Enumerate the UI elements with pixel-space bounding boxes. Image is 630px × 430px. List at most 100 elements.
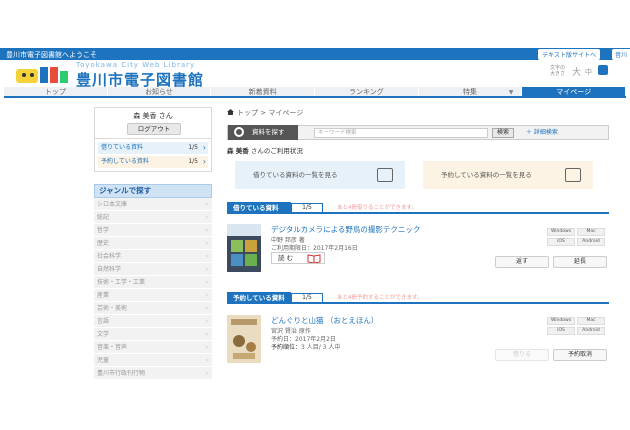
nav-ranking[interactable]: ランキング — [315, 87, 419, 96]
chevron-right-icon: › — [205, 266, 208, 273]
book-cover-image[interactable] — [227, 315, 261, 363]
lending-count-value: 1/5 — [188, 144, 198, 151]
reserve-list-label: 予約している資料の一覧を見る — [441, 171, 532, 179]
nav-label: マイページ — [556, 88, 592, 96]
lending-note: あと4冊借りることができます。 — [337, 205, 417, 211]
genre-item[interactable]: シロ本文庫 › — [94, 198, 212, 211]
lending-heading: 借りている資料 — [227, 202, 291, 214]
book-cover-image[interactable] — [227, 224, 261, 272]
usage-status: 森 美香 さんのご利用状況 — [227, 145, 609, 155]
nav-news[interactable]: お知らせ — [107, 87, 212, 96]
format-mac: Mac — [577, 228, 605, 236]
genre-label: 豊川市行政刊行物 — [97, 370, 146, 377]
count-box: 借りている資料 1/5 › 予約している資料 1/5 › — [94, 139, 212, 172]
format-windows: Windows — [547, 317, 575, 325]
sidebar: 森 美香 さん ログアウト 借りている資料 1/5 › 予約している資料 1/5… — [94, 107, 212, 380]
text-only-site-button[interactable]: テキスト版サイトへ — [538, 49, 600, 60]
genre-item[interactable]: 文学 › — [94, 328, 212, 341]
search-input[interactable]: キーワード検索 — [314, 128, 488, 138]
home-icon[interactable] — [598, 65, 608, 75]
lending-section-header: 借りている資料 1/5 あと4冊借りることができます。 — [227, 202, 609, 214]
nav-label: トップ — [44, 88, 66, 96]
reserve-note: あと4冊予約することができます。 — [337, 295, 423, 301]
status-user-name: 森 美香 — [227, 147, 249, 155]
genre-label: 文学 — [97, 331, 110, 338]
reserve-rank: 予約順位：3 人目/ 3 人中 — [271, 342, 340, 351]
genre-item[interactable]: 歴史 › — [94, 237, 212, 250]
nav-new-items[interactable]: 新着資料 — [211, 87, 316, 96]
nav-label: 特集 — [463, 88, 478, 96]
format-mac: Mac — [577, 317, 605, 325]
borrow-button[interactable]: 借りる — [495, 349, 549, 361]
reserve-heading: 予約している資料 — [227, 292, 291, 304]
lending-count-row[interactable]: 借りている資料 1/5 › — [98, 142, 208, 154]
main-content: トップ > マイページ 資料を探す キーワード検索 検索 ＋ 詳細検索 森 美香… — [227, 107, 609, 363]
genre-item[interactable]: 児童 › — [94, 354, 212, 367]
return-button[interactable]: 返す — [495, 256, 549, 268]
logout-button[interactable]: ログアウト — [127, 123, 181, 135]
breadcrumb-current: マイページ — [268, 109, 304, 117]
genre-list: シロ本文庫 › 総記 › 哲学 › 歴史 › 社会科学 › 自然科学 › 技術・工学・工業 › 産業 › 芸術・… — [94, 198, 212, 380]
genre-item[interactable]: 自然科学 › — [94, 263, 212, 276]
due-date-label: ご利用期限日： — [271, 245, 314, 252]
lending-due-date: ご利用期限日：2017年2月16日 — [271, 243, 358, 252]
format-windows: Windows — [547, 228, 575, 236]
genre-label: 哲学 — [97, 227, 110, 234]
format-ios: iOS — [547, 327, 575, 335]
genre-heading: ジャンルで探す — [94, 184, 212, 198]
genre-item[interactable]: 芸術・美術 › — [94, 302, 212, 315]
advanced-search-link[interactable]: ＋ 詳細検索 — [526, 128, 558, 138]
search-icon — [234, 127, 244, 137]
chevron-right-icon: › — [205, 344, 208, 351]
genre-item[interactable]: 技術・工学・工業 › — [94, 276, 212, 289]
user-name: 森 美香 さん — [133, 112, 173, 120]
chevron-right-icon: › — [205, 357, 208, 364]
nav-top[interactable]: トップ — [4, 87, 108, 96]
welcome-text: 豊川市電子図書館へようこそ — [6, 51, 97, 59]
font-size-medium[interactable]: 中 — [585, 67, 592, 77]
genre-item[interactable]: 豊川市行政刊行物 › — [94, 367, 212, 380]
search-button[interactable]: 検索 — [492, 128, 514, 138]
genre-label: 社会科学 — [97, 253, 122, 260]
site-logo[interactable]: Toyokawa City Web Library 豊川市電子図書館 — [14, 61, 224, 89]
read-button[interactable]: 読 む — [271, 252, 325, 264]
genre-item[interactable]: 言語 › — [94, 315, 212, 328]
genre-label: 言語 — [97, 318, 110, 325]
genre-label: 技術・工学・工業 — [97, 279, 146, 286]
format-android: Android — [577, 238, 605, 246]
reserve-list-button[interactable]: 予約している資料の一覧を見る — [423, 161, 593, 189]
cancel-reservation-button[interactable]: 予約取消 — [553, 349, 607, 361]
reserve-count-row[interactable]: 予約している資料 1/5 › — [98, 156, 208, 168]
chevron-right-icon: › — [205, 292, 208, 299]
language-button[interactable]: 音川 — [611, 49, 630, 60]
reserve-section-header: 予約している資料 1/5 あと4冊予約することができます。 — [227, 292, 609, 304]
lending-list-label: 借りている資料の一覧を見る — [253, 171, 338, 179]
reserve-title[interactable]: どんぐりと山猫 （おとえほん） — [271, 315, 378, 326]
user-box: 森 美香 さん ログアウト — [94, 107, 212, 139]
extend-button[interactable]: 延長 — [553, 256, 607, 268]
nav-label: 新着資料 — [248, 88, 277, 96]
reserve-section-count: 1/5 — [291, 293, 323, 303]
font-size-control: 文字の大きさ 大 中 — [550, 64, 630, 78]
reserve-rank-value: 3 人目/ 3 人中 — [301, 344, 341, 351]
home-icon[interactable] — [227, 109, 234, 115]
font-size-large[interactable]: 大 — [572, 65, 581, 78]
breadcrumb: トップ > マイページ — [227, 107, 609, 119]
lending-item: デジタルカメラによる野鳥の撮影テクニック 中野 邦彦 著 ご利用期限日：2017… — [227, 224, 609, 274]
genre-item[interactable]: 産業 › — [94, 289, 212, 302]
chevron-right-icon: › — [205, 331, 208, 338]
format-android: Android — [577, 327, 605, 335]
nav-mypage[interactable]: マイページ — [522, 87, 627, 96]
genre-label: シロ本文庫 — [97, 201, 128, 208]
genre-item[interactable]: 哲学 › — [94, 224, 212, 237]
breadcrumb-home[interactable]: トップ — [237, 109, 258, 117]
genre-label: 総記 — [97, 214, 110, 221]
lending-list-button[interactable]: 借りている資料の一覧を見る — [235, 161, 405, 189]
genre-item[interactable]: 音楽・音声 › — [94, 341, 212, 354]
chevron-right-icon: › — [205, 370, 208, 377]
nav-feature[interactable]: 特集 ▼ — [418, 87, 523, 96]
genre-item[interactable]: 社会科学 › — [94, 250, 212, 263]
genre-item[interactable]: 総記 › — [94, 211, 212, 224]
lending-title[interactable]: デジタルカメラによる野鳥の撮影テクニック — [271, 224, 420, 235]
reserve-count-label: 予約している資料 — [101, 158, 149, 165]
